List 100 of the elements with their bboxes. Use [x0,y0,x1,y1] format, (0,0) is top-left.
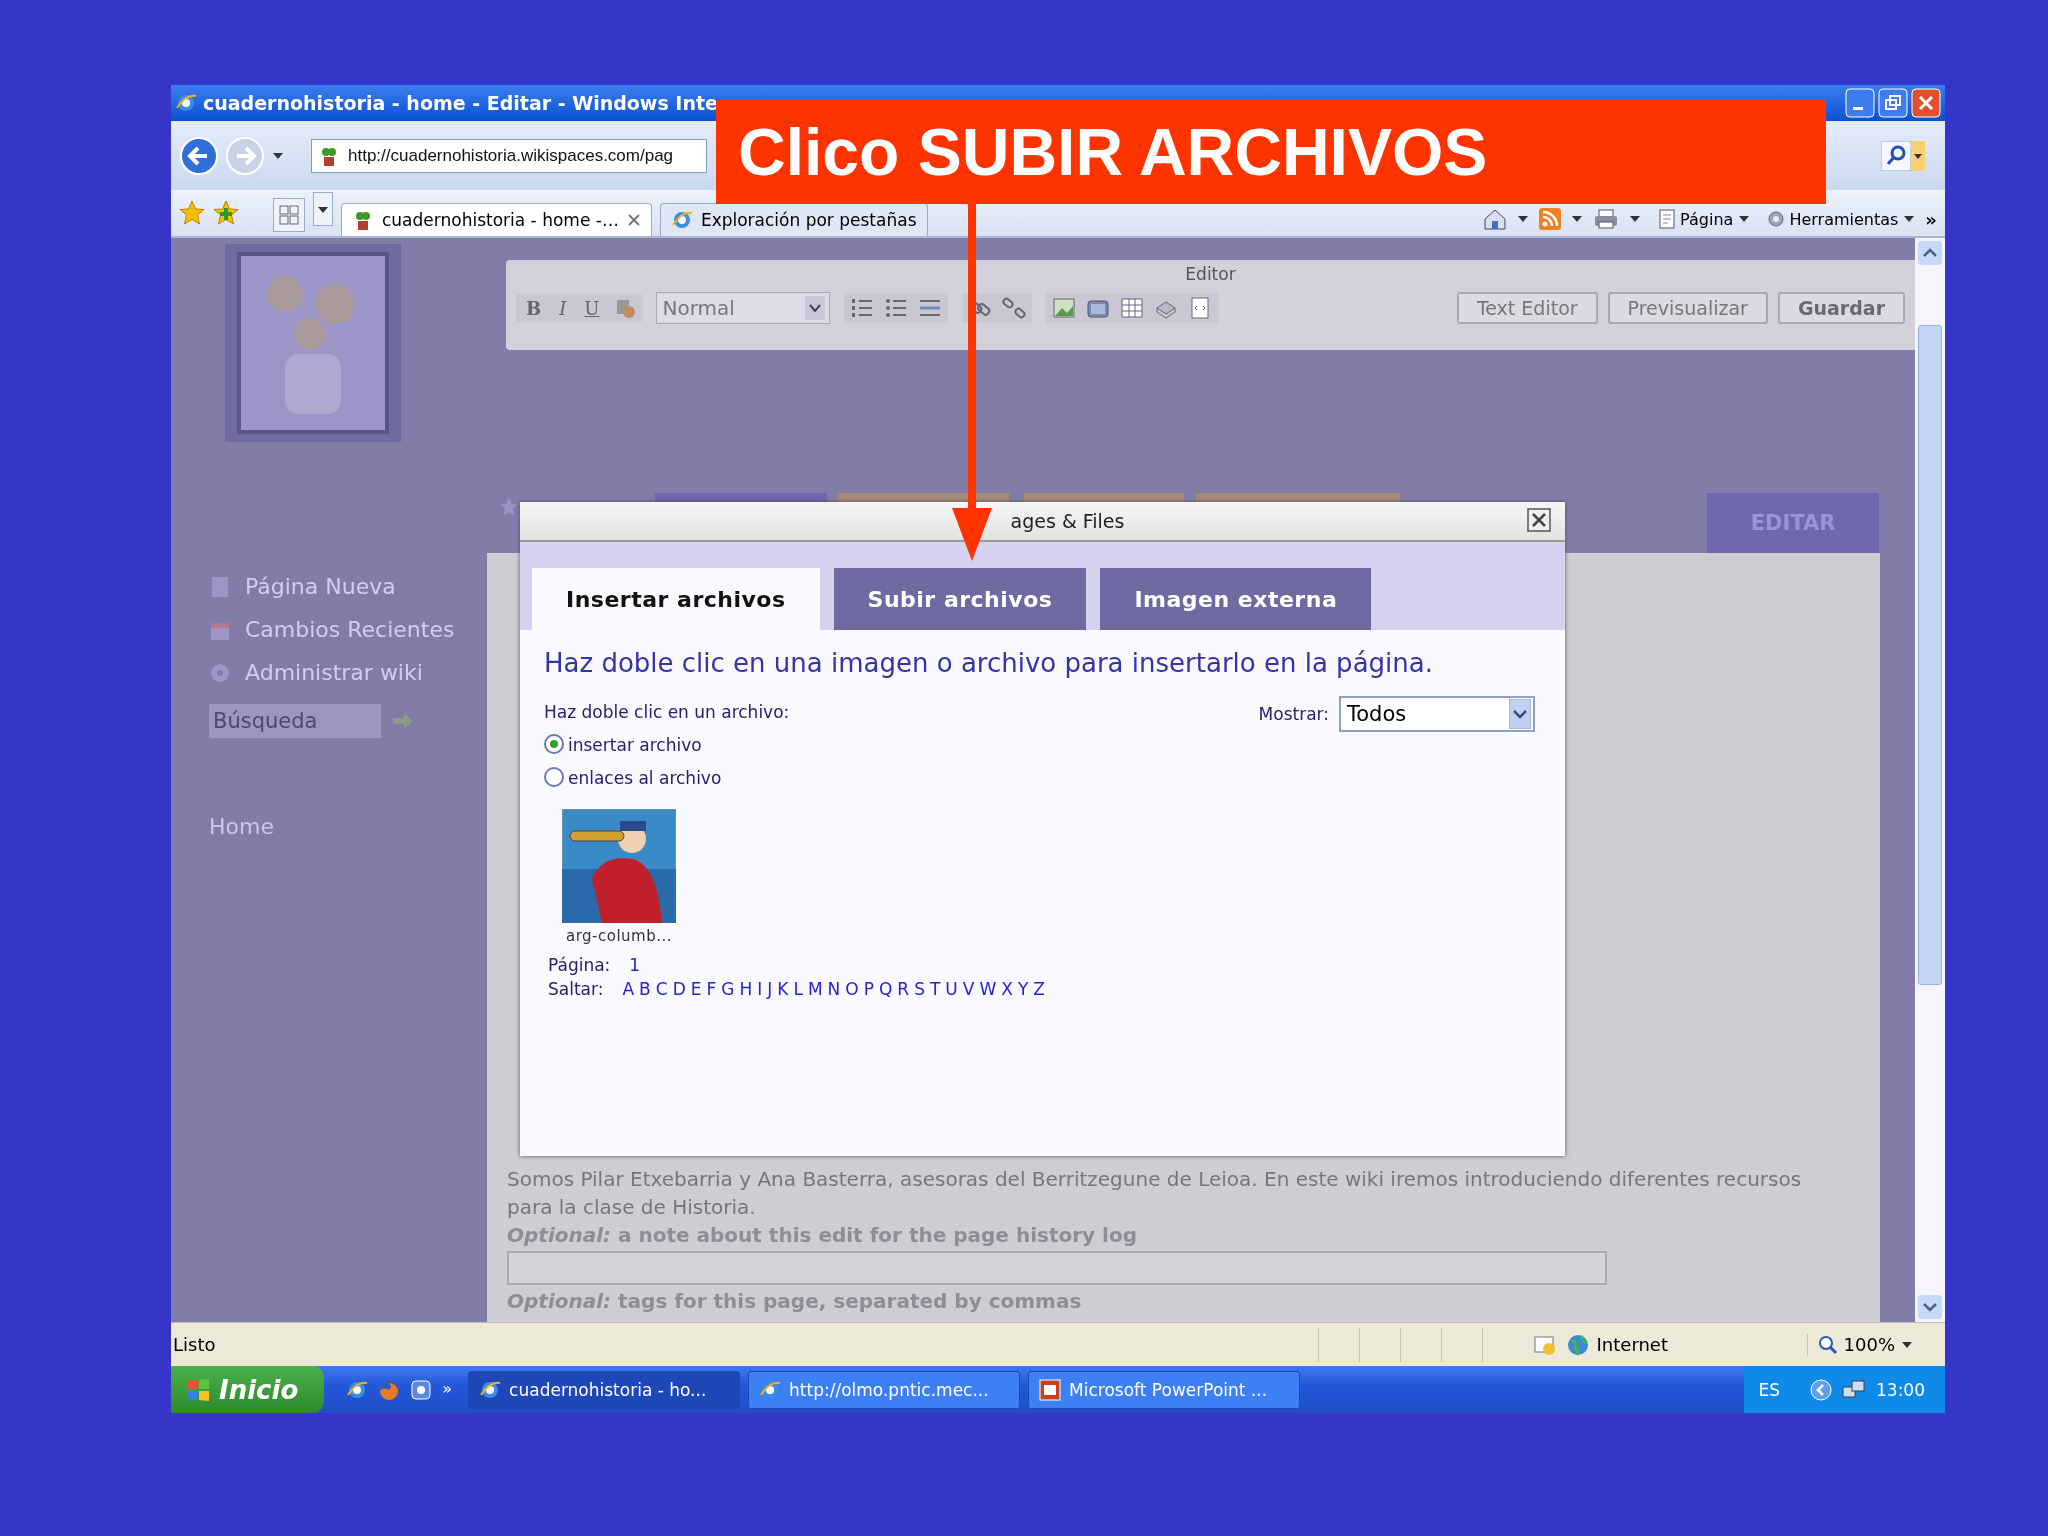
dropdown-icon[interactable] [1629,215,1642,223]
star-icon[interactable] [179,200,205,226]
search-icon[interactable] [1881,140,1911,171]
letter-link[interactable]: X [1001,979,1013,999]
scroll-up-icon[interactable] [1918,241,1942,265]
letter-link[interactable]: B [639,979,651,999]
firefox-icon[interactable] [378,1378,401,1401]
zoom-button[interactable]: 100% [1817,1334,1913,1355]
page-label: Página: [548,955,611,975]
letter-link[interactable]: Y [1017,979,1029,999]
radio-button[interactable] [544,734,564,754]
letter-link[interactable]: G [721,979,735,999]
editor-button[interactable]: Guardar [1777,292,1905,324]
letter-link[interactable]: Z [1033,979,1045,999]
letter-link[interactable]: I [757,979,763,999]
letter-link[interactable]: D [672,979,686,999]
caret-icon [1903,215,1916,223]
minimize-icon[interactable] [1845,88,1875,118]
page-icon [1659,209,1676,229]
menu-button[interactable]: Herramientas [1768,209,1916,229]
scrollbar[interactable] [1915,238,1945,1322]
letter-link[interactable]: O [845,979,859,999]
letter-link[interactable]: N [827,979,841,999]
radio-option[interactable]: insertar archivo [544,729,702,762]
close-icon[interactable] [1527,508,1551,532]
clock: 13:00 [1876,1379,1925,1400]
language-indicator[interactable]: ES [1758,1379,1780,1400]
tags-label: Optional: tags for this page, separated by commas [507,1289,1083,1313]
add-favorite-icon[interactable] [213,200,239,226]
unlink-icon[interactable] [1001,296,1026,320]
format-button[interactable]: U [580,297,604,319]
more-button[interactable]: » [442,1378,453,1398]
search-field[interactable]: Búsqueda [209,704,381,738]
letter-link[interactable]: U [945,979,958,999]
presentation-icon [1039,1378,1062,1401]
letter-link[interactable]: M [807,979,823,999]
scrollbar-thumb[interactable] [1918,325,1942,985]
grid-icon [278,204,300,226]
taskbar-button[interactable]: cuadernohistoria - ho... [468,1370,741,1409]
back-icon[interactable] [179,135,219,176]
letter-link[interactable]: R [897,979,910,999]
dropdown-icon[interactable] [1517,215,1530,223]
protected-mode-icon [1532,1333,1557,1356]
editor-title: Editor [1184,264,1237,284]
letter-link[interactable]: E [690,979,702,999]
letter-link[interactable]: W [979,979,997,999]
note-field[interactable] [507,1251,1607,1285]
start-button[interactable]: Inicio [171,1366,325,1413]
app-icon[interactable] [410,1378,433,1401]
more-button[interactable]: » [1925,208,1937,230]
browser-tab[interactable]: cuadernohistoria - home -… [341,203,652,236]
browser-tab[interactable]: Exploración por pestañas [659,203,928,236]
status-text: Listo [173,1334,216,1355]
letter-link[interactable]: A [622,979,635,999]
image-icon[interactable] [1051,296,1076,320]
letter-link[interactable]: Q [878,979,893,999]
letter-link[interactable]: F [706,979,717,999]
restore-icon[interactable] [1878,88,1908,118]
numbered-list-icon[interactable] [849,296,874,320]
instruction-heading: Haz doble clic en una imagen o archivo para insertarlo en la página. [544,648,1434,678]
explorer-cartoon-drawing[interactable] [562,809,676,923]
letter-link[interactable]: C [655,979,668,999]
table-icon[interactable] [1119,296,1144,320]
note-label: Optional: a note about this edit for the page history log [507,1223,1138,1247]
letter-link[interactable]: H [739,979,753,999]
radio-button[interactable] [544,767,564,787]
letter-link[interactable]: P [863,979,874,999]
feed-icon[interactable] [1539,208,1562,230]
body-text: Somos Pilar Etxebarria y Ana Basterra, asesoras del Berritzegune de Leioa. En este wiki iremos introduciendo diferentes recursos [507,1166,1803,1193]
collapse-icon[interactable] [1810,1378,1832,1401]
radio-option[interactable]: enlaces al archivo [544,762,722,795]
letter-link[interactable]: T [929,979,941,999]
letter-link[interactable]: L [793,979,803,999]
letter-link[interactable]: K [777,979,789,999]
letter-link[interactable]: V [962,979,975,999]
page-link[interactable]: 1 [629,955,641,975]
scroll-down-icon[interactable] [1918,1295,1942,1319]
menu-button[interactable]: Página [1659,209,1751,229]
browser-icon [175,92,197,114]
dialog-tab[interactable]: Insertar archivos [532,568,820,630]
letter-link[interactable]: S [914,979,925,999]
address-field[interactable]: http://cuadernohistoria.wikispaces.com/pag [311,138,707,173]
letter-link[interactable]: J [767,979,773,999]
body-text: para la clase de Historia. [507,1194,757,1221]
printer-icon[interactable] [1593,208,1620,230]
home-icon[interactable] [1483,208,1508,230]
dialog-tab[interactable]: Subir archivos [833,568,1087,630]
network-icon[interactable] [1842,1378,1866,1401]
dialog-tab[interactable]: Imagen externa [1100,568,1372,630]
filter-dropdown[interactable]: Todos [1339,696,1535,732]
taskbar-button[interactable]: http://olmo.pntic.mec... [748,1370,1021,1409]
taskbar-button[interactable]: Microsoft PowerPoint ... [1028,1370,1301,1409]
dropdown-icon[interactable] [1571,215,1584,223]
dropdown-icon[interactable] [1911,140,1925,171]
dropdown-icon[interactable] [271,150,285,161]
caret-icon [1738,215,1751,223]
dropdown-icon[interactable] [313,192,333,226]
file-name: arg-columb... [565,927,673,945]
bullet-list-icon[interactable] [883,296,908,320]
close-icon[interactable] [626,213,641,227]
